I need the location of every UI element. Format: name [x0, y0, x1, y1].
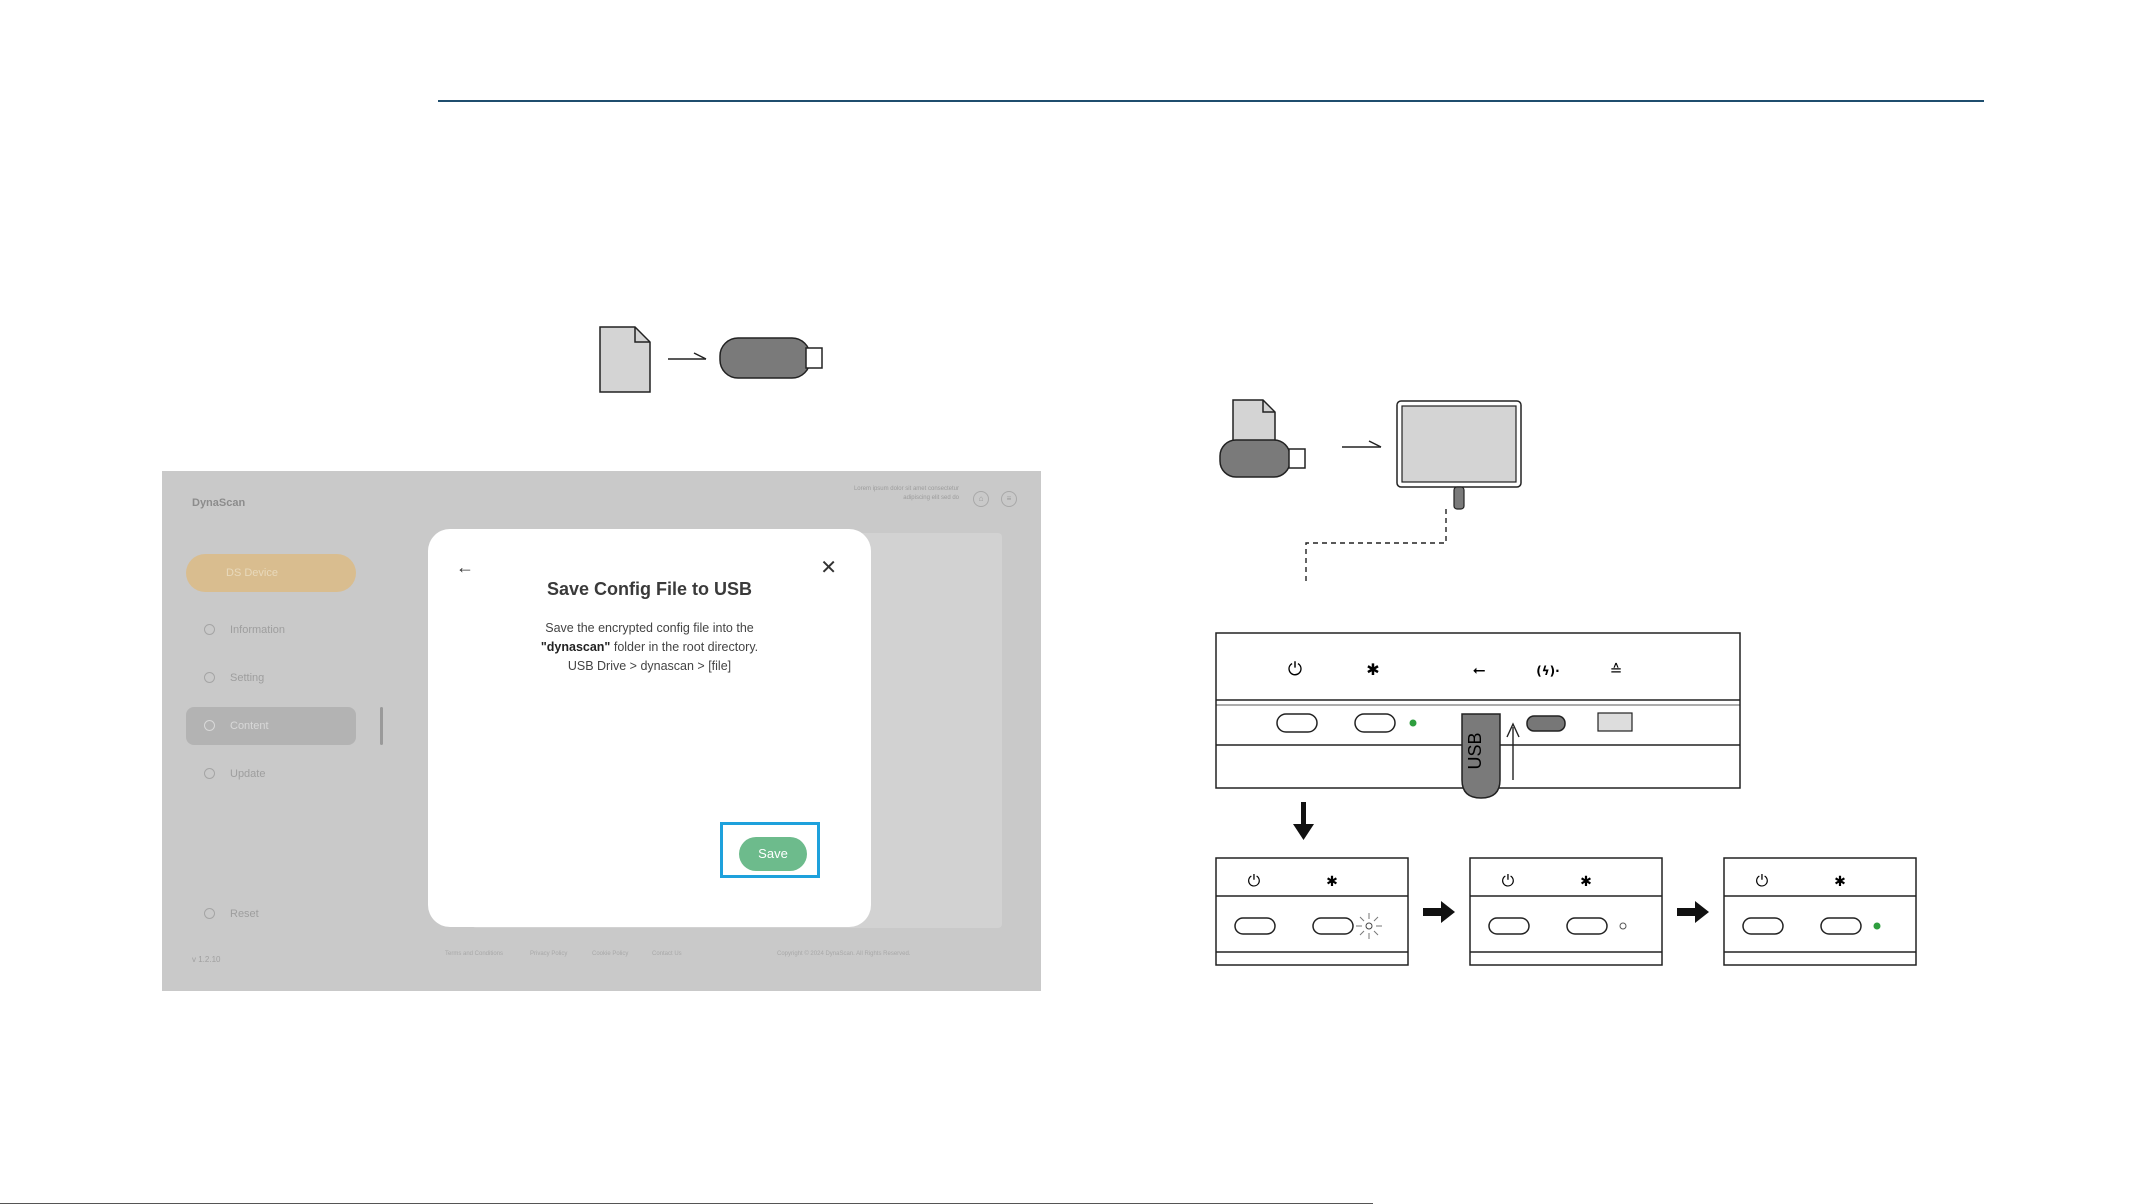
footer-link[interactable]: Cookie Policy: [592, 951, 628, 957]
sidebar-item-label: Update: [230, 768, 266, 780]
arrow-down-icon: [1293, 802, 1314, 840]
bluetooth-icon: ✱: [1326, 874, 1338, 890]
led-sequence: ⏻ ✱ ⏻ ✱ ⏻ ✱: [1215, 857, 1917, 966]
file-to-usb-illustration: [599, 326, 823, 393]
gear-icon: [204, 672, 215, 683]
footer-link[interactable]: Contact Us: [652, 951, 682, 957]
update-icon: [204, 768, 215, 779]
close-icon[interactable]: ✕: [820, 555, 837, 580]
arrow-right-icon: [668, 352, 707, 360]
power-icon: ⏻: [1288, 659, 1302, 680]
usb-drive-inserted: USB: [1461, 713, 1501, 799]
ethernet-port: [1597, 712, 1633, 732]
desc-line-1: Save the encrypted config file into the: [545, 621, 754, 635]
arrow-right-icon: [1423, 901, 1455, 923]
header-rule: [438, 100, 1984, 102]
usb-drive-icon: [1219, 439, 1306, 478]
usb-to-display-illustration: [1219, 399, 1522, 583]
folder-name: "dynascan": [540, 640, 611, 654]
display-icon: [1396, 400, 1522, 510]
bluetooth-icon: ✱: [1834, 874, 1846, 890]
footer-link[interactable]: Terms and Conditions: [445, 951, 503, 957]
power-icon: ⏻: [1248, 871, 1261, 890]
power-button: [1276, 713, 1318, 733]
arrow-left-icon[interactable]: ←: [456, 557, 474, 578]
usb-c-charge-icon: (ϟ)·: [1536, 664, 1559, 678]
sidebar-item-content[interactable]: Content: [186, 707, 356, 745]
sequence-step-blinking: ⏻ ✱: [1215, 857, 1409, 966]
info-icon: [204, 624, 215, 635]
sidebar-item-update[interactable]: Update: [186, 755, 356, 793]
sidebar-item-label: Content: [230, 720, 269, 732]
home-icon[interactable]: ⌂: [973, 491, 989, 507]
reset-icon: [204, 908, 215, 919]
app-version: v 1.2.10: [192, 955, 221, 964]
usb-c-port: [1526, 715, 1566, 732]
sidebar-scrollbar[interactable]: [380, 707, 383, 745]
status-led: [1873, 922, 1881, 930]
bluetooth-icon: ✱: [1366, 660, 1379, 679]
usb-label: USB: [1465, 732, 1485, 769]
device-pill[interactable]: DS Device: [186, 554, 356, 592]
bluetooth-icon: ✱: [1580, 874, 1592, 890]
menu-icon[interactable]: ≡: [1001, 491, 1017, 507]
usb-icon: ⭠: [1473, 660, 1486, 679]
desc-line-2: "dynascan" folder in the root directory.: [428, 638, 871, 657]
power-icon: ⏻: [1756, 871, 1769, 890]
usb-drive-icon: [719, 337, 823, 379]
sequence-step-on: ⏻ ✱: [1723, 857, 1917, 966]
modal-title: Save Config File to USB: [546, 579, 753, 599]
ethernet-icon: ≙: [1610, 661, 1623, 679]
power-icon: ⏻: [1502, 871, 1515, 890]
footer-link[interactable]: Privacy Policy: [530, 951, 567, 957]
desc-line-3: USB Drive > dynascan > [file]: [567, 659, 732, 673]
sidebar-item-label: Information: [230, 624, 286, 636]
content-icon: [204, 720, 215, 731]
header-info: Lorem ipsum dolor sit amet consectetur a…: [853, 486, 959, 501]
device-port-panel: ⏻ ✱ ⭠ (ϟ)· ≙ USB: [1215, 632, 1741, 799]
connection-line: [1305, 509, 1447, 583]
app-logo: DynaScan: [192, 497, 246, 509]
desc-line-2-rest: folder in the root directory.: [610, 640, 759, 654]
copyright: Copyright © 2024 DynaScan. All Rights Re…: [777, 951, 911, 957]
bluetooth-button: [1354, 713, 1396, 733]
arrow-right-icon: [1342, 440, 1382, 448]
save-config-modal: ← ✕ Save Config File to USB Save the enc…: [428, 529, 871, 927]
sidebar-item-information[interactable]: Information: [186, 611, 356, 649]
arrow-right-icon: [1677, 901, 1709, 923]
sidebar-item-label: Reset: [230, 908, 259, 920]
file-icon: [599, 326, 651, 393]
sidebar-item-reset[interactable]: Reset: [186, 895, 356, 933]
sidebar-item-label: Setting: [230, 672, 265, 684]
modal-description: Save the encrypted config file into the …: [428, 619, 871, 676]
save-button[interactable]: Save: [739, 837, 807, 871]
status-led: [1409, 719, 1417, 727]
sidebar-item-setting[interactable]: Setting: [186, 659, 356, 697]
sequence-step-off: ⏻ ✱: [1469, 857, 1663, 966]
